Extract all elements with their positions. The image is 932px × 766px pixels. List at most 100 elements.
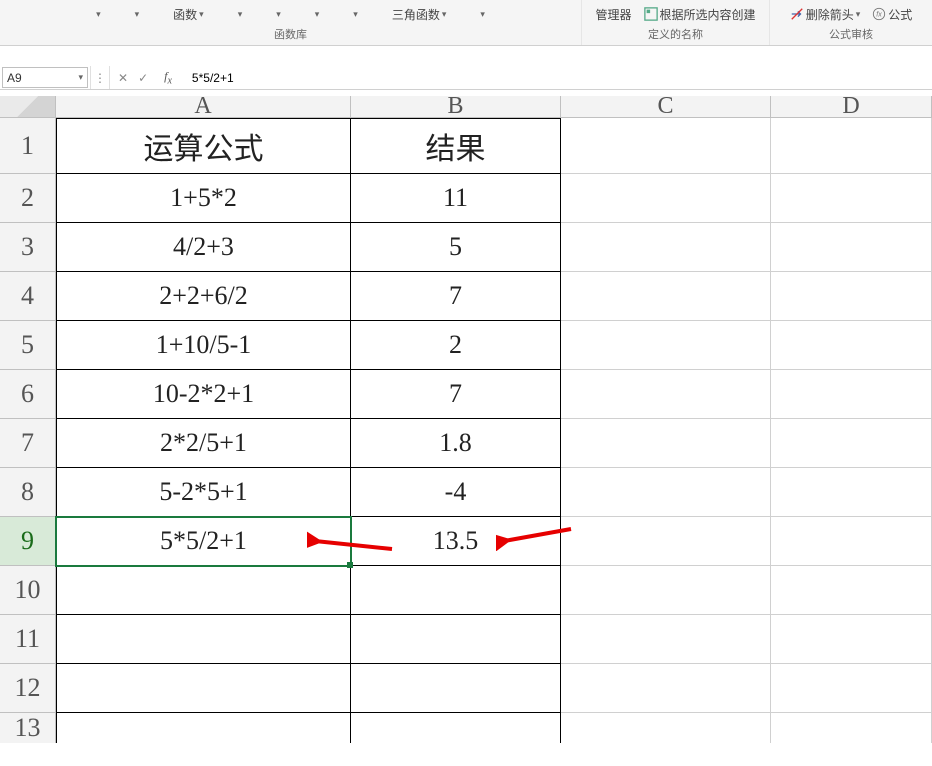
cell-D6[interactable]	[771, 370, 932, 419]
cell-A10[interactable]	[56, 566, 351, 615]
cell-A2[interactable]: 1+5*2	[56, 174, 351, 223]
enter-icon[interactable]: ✓	[138, 71, 148, 85]
cell-C12[interactable]	[561, 664, 771, 713]
row-header-13[interactable]: 13	[0, 713, 56, 743]
formula-input[interactable]	[186, 66, 932, 89]
cell-C7[interactable]	[561, 419, 771, 468]
cell-B11[interactable]	[351, 615, 561, 664]
cell-D13[interactable]	[771, 713, 932, 743]
row-header-2[interactable]: 2	[0, 174, 56, 223]
row-7: 7 2*2/5+1 1.8	[0, 419, 932, 468]
name-manager-button[interactable]: 管理器	[591, 4, 635, 25]
ribbon-dropdown-6[interactable]: ▾	[349, 7, 362, 22]
row-header-10[interactable]: 10	[0, 566, 56, 615]
cell-A5[interactable]: 1+10/5-1	[56, 321, 351, 370]
chevron-down-icon: ▾	[442, 9, 447, 20]
formula-bar-divider: ⋮	[90, 66, 110, 89]
cell-C4[interactable]	[561, 272, 771, 321]
cell-D7[interactable]	[771, 419, 932, 468]
cell-D12[interactable]	[771, 664, 932, 713]
row-4: 4 2+2+6/2 7	[0, 272, 932, 321]
cell-A9[interactable]: 5*5/2+1	[56, 517, 351, 566]
cell-A3[interactable]: 4/2+3	[56, 223, 351, 272]
ribbon-dropdown-7[interactable]: ▾	[476, 7, 489, 22]
create-from-selection-button[interactable]: 根据所选内容创建	[640, 4, 760, 25]
cell-B2[interactable]: 11	[351, 174, 561, 223]
cell-D3[interactable]	[771, 223, 932, 272]
cell-B4[interactable]: 7	[351, 272, 561, 321]
cell-A4[interactable]: 2+2+6/2	[56, 272, 351, 321]
cell-C8[interactable]	[561, 468, 771, 517]
cell-B13[interactable]	[351, 713, 561, 743]
cell-B8[interactable]: -4	[351, 468, 561, 517]
row-header-12[interactable]: 12	[0, 664, 56, 713]
fx-icon[interactable]: fx	[158, 69, 178, 86]
cell-C3[interactable]	[561, 223, 771, 272]
cell-C2[interactable]	[561, 174, 771, 223]
row-header-4[interactable]: 4	[0, 272, 56, 321]
ribbon-audit-items: 删除箭头 ▾ fx 公式	[786, 2, 917, 26]
cell-D9[interactable]	[771, 517, 932, 566]
cell-B5[interactable]: 2	[351, 321, 561, 370]
cell-D5[interactable]	[771, 321, 932, 370]
cell-C10[interactable]	[561, 566, 771, 615]
formula-button[interactable]: fx 公式	[868, 4, 916, 25]
cell-B10[interactable]	[351, 566, 561, 615]
function-dropdown[interactable]: 函数 ▾	[169, 4, 208, 25]
row-header-11[interactable]: 11	[0, 615, 56, 664]
cell-D1[interactable]	[771, 118, 932, 174]
row-header-1[interactable]: 1	[0, 118, 56, 174]
remove-arrows-button[interactable]: 删除箭头 ▾	[786, 4, 865, 25]
trig-dropdown[interactable]: 三角函数 ▾	[388, 4, 451, 25]
cancel-icon[interactable]: ✕	[118, 71, 128, 85]
cell-C1[interactable]	[561, 118, 771, 174]
cell-B9[interactable]: 13.5	[351, 517, 561, 566]
row-header-6[interactable]: 6	[0, 370, 56, 419]
cell-C5[interactable]	[561, 321, 771, 370]
row-header-8[interactable]: 8	[0, 468, 56, 517]
cell-A13[interactable]	[56, 713, 351, 743]
row-header-3[interactable]: 3	[0, 223, 56, 272]
cell-B7[interactable]: 1.8	[351, 419, 561, 468]
cell-A6[interactable]: 10-2*2+1	[56, 370, 351, 419]
col-header-B[interactable]: B	[351, 96, 561, 117]
row-header-5[interactable]: 5	[0, 321, 56, 370]
ribbon-functions-items: ▾ ▾ 函数 ▾ ▾ ▾ ▾ ▾ 三角函数 ▾ ▾	[92, 2, 489, 26]
cell-D2[interactable]	[771, 174, 932, 223]
cell-A8[interactable]: 5-2*5+1	[56, 468, 351, 517]
function-dropdown-label: 函数	[173, 6, 197, 23]
cell-C13[interactable]	[561, 713, 771, 743]
col-header-D[interactable]: D	[771, 96, 932, 117]
cell-D10[interactable]	[771, 566, 932, 615]
cell-B3[interactable]: 5	[351, 223, 561, 272]
cell-A1[interactable]: 运算公式	[56, 118, 351, 174]
ribbon-dropdown-1[interactable]: ▾	[92, 7, 105, 22]
cell-A12[interactable]	[56, 664, 351, 713]
cell-A7[interactable]: 2*2/5+1	[56, 419, 351, 468]
cell-D4[interactable]	[771, 272, 932, 321]
col-header-A[interactable]: A	[56, 96, 351, 117]
cell-C6[interactable]	[561, 370, 771, 419]
ribbon-dropdown-4[interactable]: ▾	[272, 7, 285, 22]
col-header-C[interactable]: C	[561, 96, 771, 117]
row-1: 1 运算公式 结果	[0, 118, 932, 174]
cell-B1[interactable]: 结果	[351, 118, 561, 174]
cell-A11[interactable]	[56, 615, 351, 664]
row-header-9[interactable]: 9	[0, 517, 56, 566]
cell-B6[interactable]: 7	[351, 370, 561, 419]
cell-C11[interactable]	[561, 615, 771, 664]
formula-bar: A9 ▾ ⋮ ✕ ✓ fx	[0, 66, 932, 90]
fill-handle[interactable]	[347, 562, 353, 568]
cell-A9-value: 5*5/2+1	[160, 526, 247, 556]
ribbon-dropdown-2[interactable]: ▾	[131, 7, 144, 22]
cell-C9[interactable]	[561, 517, 771, 566]
cell-B12[interactable]	[351, 664, 561, 713]
row-header-7[interactable]: 7	[0, 419, 56, 468]
cell-D11[interactable]	[771, 615, 932, 664]
cell-D8[interactable]	[771, 468, 932, 517]
name-box-value: A9	[7, 71, 22, 85]
name-box[interactable]: A9 ▾	[2, 67, 88, 88]
ribbon-dropdown-5[interactable]: ▾	[311, 7, 324, 22]
ribbon-dropdown-3[interactable]: ▾	[234, 7, 247, 22]
select-all-corner[interactable]	[0, 96, 56, 117]
